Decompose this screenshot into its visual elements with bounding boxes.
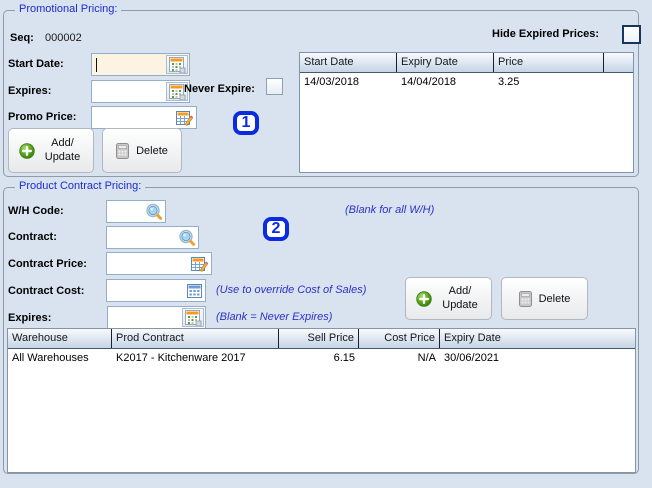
contract-expires-input[interactable] <box>108 307 181 328</box>
cell-prod-contract: K2017 - Kitchenware 2017 <box>116 352 246 364</box>
search-icon[interactable] <box>176 228 198 247</box>
promo-table-header: Start Date Expiry Date Price <box>300 53 633 73</box>
contract-field[interactable] <box>106 226 199 249</box>
contract-delete-button[interactable]: Delete <box>501 277 588 320</box>
calculator-icon[interactable] <box>183 281 205 300</box>
calendar-icon[interactable] <box>182 308 204 327</box>
contract-expires-hint: (Blank = Never Expires) <box>216 311 333 323</box>
contract-price-input[interactable] <box>107 253 189 274</box>
wh-code-hint: (Blank for all W/H) <box>345 204 435 216</box>
never-expire-checkbox[interactable] <box>266 78 283 95</box>
gray-calculator-icon <box>116 142 130 159</box>
gray-calculator-icon <box>518 290 532 307</box>
contract-price-table: Warehouse Prod Contract Sell Price Cost … <box>7 328 636 473</box>
cell-sell-price: 6.15 <box>333 352 355 364</box>
contract-price-label: Contract Price: <box>8 258 87 270</box>
contract-cost-input[interactable] <box>107 280 183 301</box>
text-caret <box>96 58 97 72</box>
product-contract-pricing-section: Product Contract Pricing: W/H Code: (Bla… <box>3 180 639 474</box>
contract-table-row[interactable]: All Warehouses K2017 - Kitchenware 2017 … <box>8 349 635 367</box>
green-plus-icon <box>416 290 432 307</box>
contract-label: Contract: <box>8 231 57 243</box>
callout-marker-2: 2 <box>263 217 289 241</box>
cell-cost-price: N/A <box>417 352 436 364</box>
column-header-expiry-date[interactable]: Expiry Date <box>397 53 494 72</box>
cell-price: 3.25 <box>498 76 520 88</box>
promotional-pricing-title: Promotional Pricing: <box>15 3 122 15</box>
start-date-label: Start Date: <box>8 58 64 70</box>
wh-code-field[interactable] <box>106 200 166 223</box>
start-date-field[interactable] <box>91 53 190 76</box>
delete-label: Delete <box>538 292 571 305</box>
promo-table-row[interactable]: 14/03/2018 14/04/2018 3.25 <box>300 73 633 91</box>
cell-expiry-date: 14/04/2018 <box>401 76 457 88</box>
contract-expires-field[interactable] <box>107 306 206 329</box>
contract-add-update-button[interactable]: Add/ Update <box>405 277 492 320</box>
column-header-filler <box>604 53 633 72</box>
promo-delete-button[interactable]: Delete <box>102 128 182 173</box>
price-edit-icon[interactable] <box>189 254 211 273</box>
promo-price-table: Start Date Expiry Date Price 14/03/2018 … <box>299 52 634 173</box>
seq-label: Seq: <box>10 32 34 44</box>
expires-input[interactable] <box>92 81 165 102</box>
seq-value: 000002 <box>45 32 82 44</box>
promo-price-field[interactable] <box>91 106 197 129</box>
add-update-label: Add/ Update <box>44 136 81 163</box>
hide-expired-label: Hide Expired Prices: <box>492 28 599 40</box>
column-header-sell-price[interactable]: Sell Price <box>279 329 359 348</box>
column-header-warehouse[interactable]: Warehouse <box>8 329 112 348</box>
contract-table-header: Warehouse Prod Contract Sell Price Cost … <box>8 329 635 349</box>
column-header-start-date[interactable]: Start Date <box>300 53 397 72</box>
promo-price-input[interactable] <box>92 107 174 128</box>
wh-code-input[interactable] <box>107 201 143 222</box>
hide-expired-checkbox[interactable] <box>622 25 641 44</box>
callout-marker-1: 1 <box>233 111 259 135</box>
contract-input[interactable] <box>107 227 176 248</box>
contract-expires-label: Expires: <box>8 312 52 324</box>
promotional-pricing-section: Promotional Pricing: Seq: 000002 Start D… <box>3 3 641 177</box>
cell-expiry-date: 30/06/2021 <box>444 352 500 364</box>
search-icon[interactable] <box>143 202 165 221</box>
column-header-cost-price[interactable]: Cost Price <box>359 329 440 348</box>
green-plus-icon <box>18 142 35 159</box>
promo-price-label: Promo Price: <box>8 111 77 123</box>
column-header-price[interactable]: Price <box>494 53 604 72</box>
calendar-icon[interactable] <box>166 55 188 74</box>
expires-label: Expires: <box>8 85 52 97</box>
never-expire-label: Never Expire: <box>184 83 255 95</box>
promo-add-update-button[interactable]: Add/ Update <box>8 128 94 173</box>
delete-label: Delete <box>136 144 168 157</box>
start-date-input[interactable] <box>92 54 165 75</box>
column-header-expiry-date[interactable]: Expiry Date <box>440 329 635 348</box>
add-update-label: Add/ Update <box>442 284 478 311</box>
cell-start-date: 14/03/2018 <box>304 76 360 88</box>
price-edit-icon[interactable] <box>174 108 196 127</box>
contract-cost-hint: (Use to override Cost of Sales) <box>216 284 367 296</box>
contract-cost-field[interactable] <box>106 279 206 302</box>
contract-cost-label: Contract Cost: <box>8 285 85 297</box>
product-contract-pricing-title: Product Contract Pricing: <box>15 180 146 192</box>
pricing-window: Promotional Pricing: Seq: 000002 Start D… <box>0 0 652 488</box>
wh-code-label: W/H Code: <box>8 205 64 217</box>
column-header-prod-contract[interactable]: Prod Contract <box>112 329 279 348</box>
expires-field[interactable] <box>91 80 190 103</box>
contract-price-field[interactable] <box>106 252 212 275</box>
cell-warehouse: All Warehouses <box>12 352 89 364</box>
